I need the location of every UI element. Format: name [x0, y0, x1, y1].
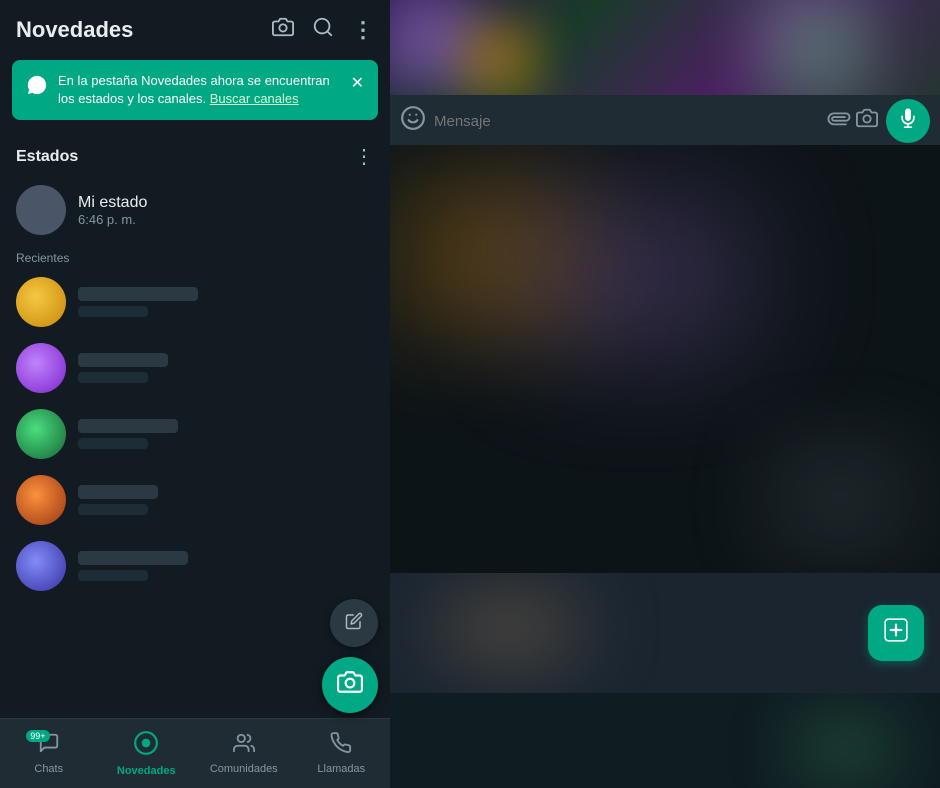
new-chat-icon: [883, 617, 909, 649]
chats-badge: 99+: [26, 730, 49, 742]
message-input-bar: [390, 95, 940, 147]
comunidades-nav-icon: [233, 732, 255, 760]
camera-fab-button[interactable]: [322, 657, 378, 713]
status-avatar: [16, 277, 66, 327]
camera-bar-icon[interactable]: [856, 107, 878, 135]
list-item[interactable]: [0, 269, 390, 335]
status-time-blur: [78, 504, 148, 515]
header-icons: ⋮: [272, 16, 374, 44]
notification-whatsapp-icon: [26, 74, 48, 102]
chat-very-bottom-area: [390, 693, 940, 788]
camera-fab-icon: [337, 669, 363, 702]
nav-item-chats[interactable]: 99+ Chats: [0, 726, 98, 781]
status-name-blur: [78, 353, 168, 367]
notification-banner: En la pestaña Novedades ahora se encuent…: [12, 60, 378, 120]
estados-title: Estados: [16, 148, 78, 166]
chat-blur-dark: [740, 423, 940, 573]
chat-blur-purple: [490, 175, 790, 375]
status-name-blur: [78, 287, 198, 301]
status-avatar: [16, 343, 66, 393]
mi-estado-avatar-wrapper: [16, 185, 66, 235]
chat-bottom-area: [390, 573, 940, 693]
chat-bottom-blur: [410, 578, 610, 678]
fab-container: [322, 599, 378, 713]
more-options-icon[interactable]: ⋮: [352, 17, 374, 43]
nav-item-llamadas[interactable]: Llamadas: [293, 726, 391, 781]
estados-header: Estados ⋮: [0, 128, 390, 177]
llamadas-nav-label: Llamadas: [317, 763, 365, 775]
list-item[interactable]: [0, 401, 390, 467]
status-time-blur: [78, 372, 148, 383]
mi-estado-time: 6:46 p. m.: [78, 212, 147, 227]
search-icon[interactable]: [312, 16, 334, 44]
status-name-blur: [78, 485, 158, 499]
status-text-block: [78, 485, 374, 515]
status-time-blur: [78, 438, 148, 449]
pencil-fab-button[interactable]: [330, 599, 378, 647]
llamadas-nav-icon: [330, 732, 352, 760]
estados-menu-icon[interactable]: ⋮: [354, 144, 374, 169]
buscar-canales-link[interactable]: Buscar canales: [210, 91, 299, 106]
message-input[interactable]: [434, 113, 818, 130]
list-item[interactable]: [0, 467, 390, 533]
bottom-nav: 99+ Chats Novedades: [0, 718, 390, 788]
status-time-blur: [78, 570, 148, 581]
status-text-block: [78, 551, 374, 581]
list-item[interactable]: [0, 335, 390, 401]
list-item[interactable]: [0, 533, 390, 599]
notification-close-icon[interactable]: ✕: [351, 73, 364, 93]
nav-item-novedades[interactable]: Novedades: [98, 724, 196, 783]
right-panel: [390, 0, 940, 788]
mi-estado-name: Mi estado: [78, 194, 147, 212]
status-name-blur: [78, 551, 188, 565]
chat-middle-area: [390, 145, 940, 573]
status-avatar: [16, 409, 66, 459]
emoji-picker-icon[interactable]: [400, 105, 426, 138]
status-avatar: [16, 475, 66, 525]
mic-icon: [898, 108, 918, 134]
nav-item-comunidades[interactable]: Comunidades: [195, 726, 293, 781]
status-text-block: [78, 419, 374, 449]
app-header: Novedades ⋮: [0, 0, 390, 52]
app-title: Novedades: [16, 17, 133, 43]
chats-nav-label: Chats: [34, 763, 63, 775]
status-text-block: [78, 287, 374, 317]
new-chat-fab-button[interactable]: [868, 605, 924, 661]
recientes-label: Recientes: [0, 243, 390, 269]
mi-estado-info: Mi estado 6:46 p. m.: [78, 194, 147, 227]
notification-text: En la pestaña Novedades ahora se encuent…: [58, 72, 341, 108]
pencil-icon: [345, 612, 363, 635]
chat-vb-blur: [770, 698, 920, 788]
status-text-block: [78, 353, 374, 383]
status-name-blur: [78, 419, 178, 433]
novedades-nav-label: Novedades: [117, 765, 176, 777]
mic-button[interactable]: [886, 99, 930, 143]
mi-estado-item[interactable]: Mi estado 6:46 p. m.: [0, 177, 390, 243]
novedades-nav-icon: [133, 730, 159, 762]
mi-estado-avatar: [16, 185, 66, 235]
status-time-blur: [78, 306, 148, 317]
camera-icon[interactable]: [272, 16, 294, 44]
status-avatar: [16, 541, 66, 591]
attach-icon[interactable]: [819, 103, 854, 138]
comunidades-nav-label: Comunidades: [210, 763, 278, 775]
left-panel: Novedades ⋮ E: [0, 0, 390, 788]
